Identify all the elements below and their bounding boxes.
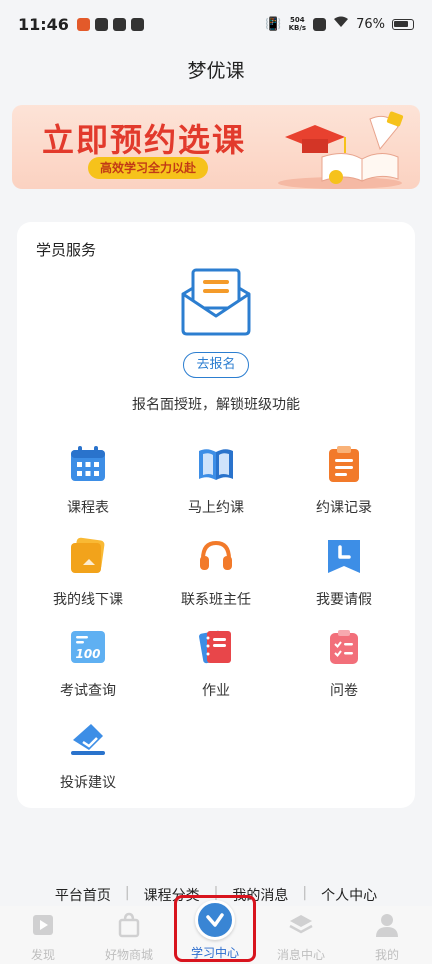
play-notification-icon bbox=[130, 17, 144, 31]
nav-discover[interactable]: 发现 bbox=[0, 912, 86, 963]
banner-subtitle: 高效学习全力以赴 bbox=[88, 157, 209, 179]
grid-item-homework[interactable]: 作业 bbox=[150, 628, 282, 708]
svg-text:100: 100 bbox=[75, 647, 100, 661]
student-service-card: 学员服务 去报名 报名面授班，解锁班级功能 课程表 马上约课 约课记录 我的线下… bbox=[17, 222, 415, 808]
grid-item-questionnaire[interactable]: 问卷 bbox=[278, 628, 410, 708]
promo-banner[interactable]: 立即预约选课 高效学习全力以赴 bbox=[12, 105, 420, 189]
nav-label: 发现 bbox=[30, 948, 55, 962]
grid-item-book-course[interactable]: 马上约课 bbox=[150, 445, 282, 525]
network-speed: 504 KB/s bbox=[288, 16, 307, 32]
clock-bookmark-icon bbox=[328, 540, 360, 573]
grid-item-label: 投诉建议 bbox=[60, 775, 116, 791]
highlight-box bbox=[174, 895, 256, 962]
battery-icon bbox=[392, 18, 414, 30]
banner-title: 立即预约选课 bbox=[42, 121, 247, 159]
nav-profile[interactable]: 我的 bbox=[344, 912, 430, 963]
checklist-icon bbox=[330, 630, 358, 664]
grid-item-label: 我要请假 bbox=[316, 592, 372, 608]
headset-icon bbox=[200, 540, 232, 570]
grid-item-label: 我的线下课 bbox=[53, 592, 123, 608]
status-bar: 11:46 📳 504 KB/s 76% bbox=[0, 0, 432, 48]
status-time: 11:46 bbox=[18, 14, 69, 34]
grid-item-schedule[interactable]: 课程表 bbox=[22, 445, 154, 525]
grid-item-label: 课程表 bbox=[67, 500, 109, 516]
nav-label: 消息中心 bbox=[276, 948, 325, 962]
no-sim-icon bbox=[313, 17, 327, 31]
envelope-send-icon bbox=[71, 724, 105, 755]
nav-shop[interactable]: 好物商城 bbox=[86, 912, 172, 963]
nav-label: 好物商城 bbox=[104, 948, 153, 962]
card-title: 学员服务 bbox=[36, 241, 97, 259]
link-notification-icon bbox=[94, 17, 108, 31]
bag-icon bbox=[118, 912, 140, 938]
vibrate-icon: 📳 bbox=[265, 16, 282, 32]
nav-label: 我的 bbox=[374, 948, 399, 962]
book-icon bbox=[199, 449, 233, 480]
link-platform-home[interactable]: 平台首页 bbox=[41, 885, 125, 905]
calendar-icon bbox=[71, 446, 105, 481]
envelope-icon bbox=[181, 268, 251, 336]
grid-item-label: 联系班主任 bbox=[181, 592, 251, 608]
grid-item-label: 考试查询 bbox=[60, 683, 116, 699]
clipboard-icon bbox=[329, 446, 359, 482]
grid-item-label: 问卷 bbox=[330, 683, 358, 699]
layers-icon bbox=[289, 915, 313, 934]
nav-messages[interactable]: 消息中心 bbox=[258, 912, 344, 963]
grid-item-leave-request[interactable]: 我要请假 bbox=[278, 537, 410, 617]
grid-item-complaint[interactable]: 投诉建议 bbox=[22, 720, 154, 800]
user-icon bbox=[376, 914, 398, 937]
mail-notification-icon bbox=[112, 17, 126, 31]
signup-tip: 报名面授班，解锁班级功能 bbox=[132, 397, 300, 413]
folder-icon bbox=[71, 537, 105, 573]
grid-item-contact-teacher[interactable]: 联系班主任 bbox=[150, 537, 282, 617]
page-title: 梦优课 bbox=[187, 60, 245, 82]
grid-item-label: 作业 bbox=[202, 683, 230, 699]
notebook-icon bbox=[199, 630, 231, 664]
graduation-book-icon bbox=[278, 111, 404, 189]
grid-item-label: 马上约课 bbox=[188, 500, 244, 516]
grid-item-booking-records[interactable]: 约课记录 bbox=[278, 445, 410, 525]
wifi-icon bbox=[333, 16, 349, 32]
grid-item-label: 约课记录 bbox=[316, 500, 372, 516]
app-notification-icon bbox=[76, 17, 90, 31]
signup-button[interactable]: 去报名 bbox=[183, 352, 249, 378]
link-personal-center[interactable]: 个人中心 bbox=[307, 885, 391, 905]
grid-item-exam-query[interactable]: 100 考试查询 bbox=[22, 628, 154, 708]
score-icon: 100 bbox=[71, 631, 105, 663]
grid-item-offline-course[interactable]: 我的线下课 bbox=[22, 537, 154, 617]
play-icon bbox=[33, 915, 53, 935]
battery-percent: 76% bbox=[356, 16, 385, 32]
